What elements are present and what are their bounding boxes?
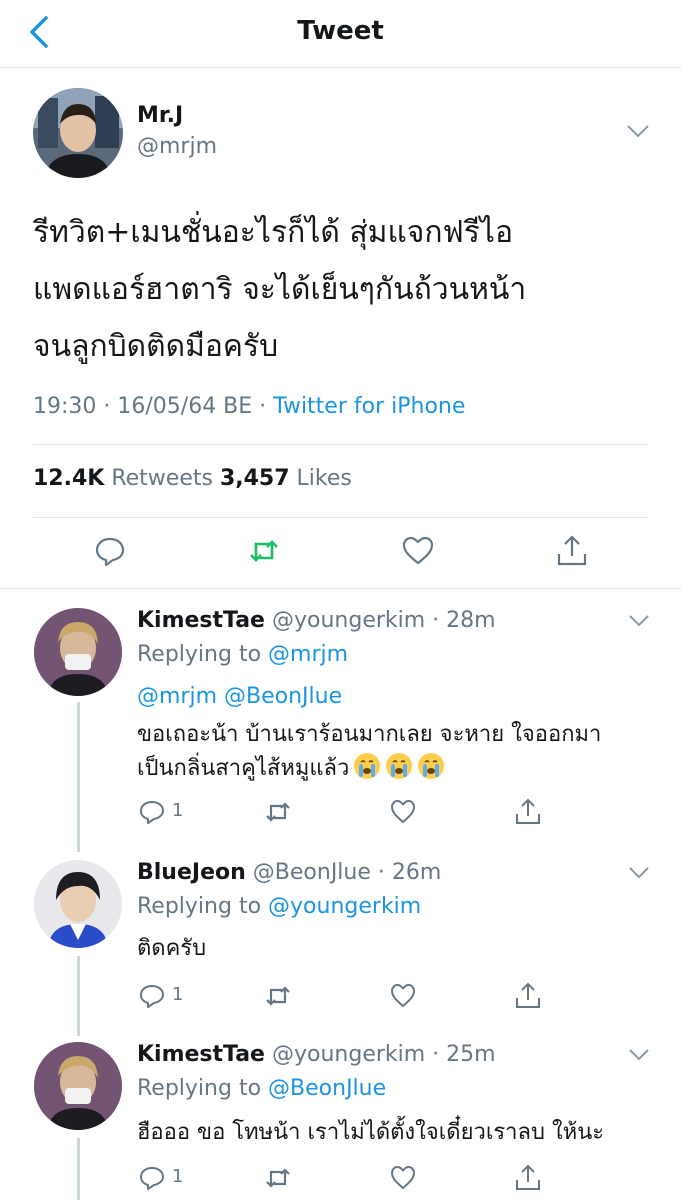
chevron-down-icon[interactable]: [628, 866, 650, 879]
page-title: Tweet: [297, 16, 384, 46]
replying-to-link[interactable]: @BeonJlue: [268, 1076, 386, 1101]
replying-to-prefix: Replying to: [137, 1076, 269, 1101]
like-button[interactable]: [389, 982, 417, 1010]
replying-to: Replying to @BeonJlue: [137, 1076, 386, 1101]
chevron-down-icon[interactable]: [628, 1048, 650, 1061]
retweets-count[interactable]: 12.4K: [33, 466, 104, 491]
retweet-icon: [266, 1168, 290, 1188]
reply-button[interactable]: 1: [138, 982, 183, 1010]
reply-handle-time[interactable]: @youngerkim · 28m: [272, 608, 496, 633]
share-icon[interactable]: [555, 534, 589, 568]
author-handle[interactable]: @mrjm: [137, 134, 217, 159]
reply-button[interactable]: 1: [138, 798, 183, 826]
reply-handle-time[interactable]: @youngerkim · 25m: [272, 1042, 496, 1067]
tweet-time: 19:30 · 16/05/64 BE ·: [33, 394, 274, 419]
reply-actions: 1: [0, 982, 681, 1012]
divider: [33, 444, 649, 445]
author-name[interactable]: Mr.J: [137, 103, 183, 128]
reply-header: BlueJeon @BeonJlue · 26m: [137, 860, 441, 885]
reply-author-name[interactable]: KimestTae: [137, 1042, 265, 1067]
reply-text: ขอเถอะน้า บ้านเราร้อนมากเลย จะหาย ใจออกม…: [137, 718, 667, 786]
reply-actions: 1: [0, 1164, 681, 1194]
avatar[interactable]: [34, 608, 122, 696]
tweet-text-line: แพดแอร์ฮาตาริ จะได้เย็นๆกันถ้วนหน้า: [33, 272, 527, 307]
retweet-icon: [266, 802, 290, 822]
reply-header: KimestTae @youngerkim · 28m: [137, 608, 496, 633]
share-button[interactable]: [514, 798, 542, 826]
reply-tweet[interactable]: BlueJeon @BeonJlue · 26m Replying to @yo…: [0, 860, 681, 1020]
retweet-icon[interactable]: [247, 534, 281, 568]
reply-count: 1: [172, 984, 184, 1005]
reply-icon[interactable]: [93, 534, 127, 568]
reply-count: 1: [172, 1166, 184, 1187]
like-button[interactable]: [389, 798, 417, 826]
like-button[interactable]: [389, 1164, 417, 1192]
tweet-text-line: จนลูกบิดติดมือครับ: [33, 329, 279, 364]
avatar[interactable]: [34, 1042, 122, 1130]
share-icon: [516, 798, 540, 824]
retweet-icon: [266, 986, 290, 1006]
reply-text-line: ขอเถอะน้า บ้านเราร้อนมากเลย จะหาย ใจออกม…: [137, 722, 602, 747]
chevron-down-icon[interactable]: [626, 124, 650, 138]
chevron-down-icon[interactable]: [628, 614, 650, 627]
reply-tweet[interactable]: KimestTae @youngerkim · 25m Replying to …: [0, 1042, 681, 1200]
like-icon: [391, 984, 415, 1007]
tweet-text: รีทวิต+เมนชั่นอะไรก็ได้ สุ่มแจกฟรีไอ แพด…: [33, 204, 653, 375]
tweet-stats: 12.4K Retweets 3,457 Likes: [33, 466, 352, 491]
replying-to-link[interactable]: @mrjm: [268, 642, 348, 667]
reply-text: ฮือออ ขอ โทษน้า เราไม่ได้ตั้งใจเดี๋ยวเรา…: [137, 1116, 667, 1150]
share-button[interactable]: [514, 1164, 542, 1192]
avatar[interactable]: [34, 860, 122, 948]
tweet-meta: 19:30 · 16/05/64 BE · Twitter for iPhone: [33, 394, 465, 419]
tweet-text-line: รีทวิต+เมนชั่นอะไรก็ได้ สุ่มแจกฟรีไอ: [33, 215, 513, 250]
reply-actions: 1: [0, 798, 681, 828]
divider: [33, 517, 649, 518]
reply-text: ติดครับ: [137, 932, 667, 966]
replying-to-link[interactable]: @youngerkim: [268, 894, 421, 919]
reply-count: 1: [172, 800, 184, 821]
like-icon[interactable]: [401, 534, 435, 568]
main-actions-bar: [0, 534, 681, 574]
reply-button[interactable]: 1: [138, 1164, 183, 1192]
like-icon: [391, 800, 415, 823]
reply-icon: [140, 985, 164, 1008]
divider: [0, 588, 681, 589]
retweet-button[interactable]: [264, 982, 292, 1010]
replying-to: Replying to @youngerkim: [137, 894, 421, 919]
reply-text-line: ติดครับ: [137, 936, 207, 961]
reply-icon: [140, 1167, 164, 1190]
reply-text-line: ฮือออ ขอ โทษน้า เราไม่ได้ตั้งใจเดี๋ยวเรา…: [137, 1120, 605, 1145]
retweet-button[interactable]: [264, 1164, 292, 1192]
replying-to-prefix: Replying to: [137, 642, 269, 667]
replying-to: Replying to @mrjm: [137, 642, 348, 667]
reply-author-name[interactable]: KimestTae: [137, 608, 265, 633]
crying-face-emoji: [354, 753, 381, 779]
retweets-label[interactable]: Retweets: [111, 466, 213, 491]
reply-mentions[interactable]: @mrjm @BeonJlue: [137, 684, 342, 709]
tweet-source-link[interactable]: Twitter for iPhone: [273, 394, 465, 419]
crying-face-emoji: [386, 753, 413, 779]
reply-header: KimestTae @youngerkim · 25m: [137, 1042, 496, 1067]
top-bar: Tweet: [0, 0, 681, 68]
crying-face-emoji: [418, 753, 445, 779]
likes-label[interactable]: Likes: [297, 466, 352, 491]
reply-icon: [140, 801, 164, 824]
reply-author-name[interactable]: BlueJeon: [137, 860, 246, 885]
share-icon: [516, 1164, 540, 1190]
share-icon: [516, 982, 540, 1008]
reply-text-segment: เป็นกลิ่นสาคูไส้หมูแล้ว: [137, 756, 350, 781]
retweet-button[interactable]: [264, 798, 292, 826]
reply-tweet[interactable]: KimestTae @youngerkim · 28m Replying to …: [0, 608, 681, 828]
replying-to-prefix: Replying to: [137, 894, 269, 919]
reply-text-line: เป็นกลิ่นสาคูไส้หมูแล้ว: [137, 752, 667, 786]
like-icon: [391, 1166, 415, 1189]
likes-count[interactable]: 3,457: [220, 466, 290, 491]
share-button[interactable]: [514, 982, 542, 1010]
reply-handle-time[interactable]: @BeonJlue · 26m: [253, 860, 442, 885]
avatar[interactable]: [33, 88, 123, 178]
